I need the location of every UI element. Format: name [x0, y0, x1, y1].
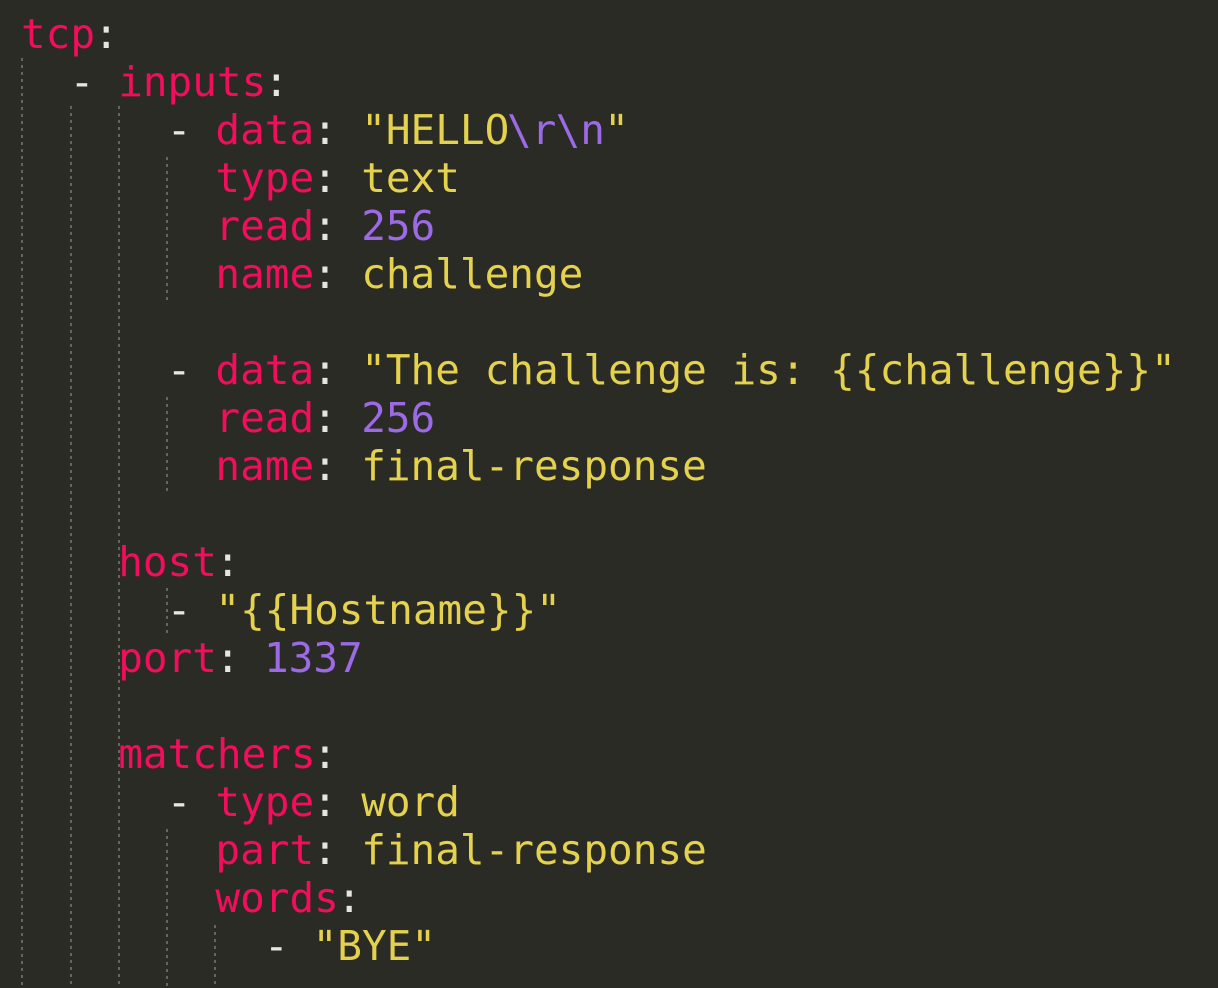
yaml-list-dash-token: - — [166, 346, 192, 394]
yaml-key-token: host — [118, 538, 217, 586]
yaml-string-token: "{{Hostname}}" — [215, 586, 561, 634]
yaml-key-token: read — [215, 394, 315, 442]
yaml-colon-token: : — [336, 874, 362, 922]
yaml-colon-token: : — [312, 826, 338, 874]
yaml-colon-token: : — [312, 106, 338, 154]
yaml-value-token: challenge — [361, 250, 584, 298]
yaml-colon-token: : — [312, 778, 338, 826]
yaml-key-token: data — [215, 346, 315, 394]
code-content: tcp: - inputs: - data: "HELLO \r \n " type: text re… — [0, 0, 1218, 988]
yaml-key-token: name — [215, 442, 315, 490]
yaml-string-token: "The challenge is: {{challenge}}" — [361, 346, 1176, 394]
yaml-key-token: name — [215, 250, 315, 298]
code-line-blank[interactable] — [21, 490, 46, 538]
yaml-key-token: matchers — [118, 730, 316, 778]
yaml-key-token: tcp — [21, 10, 96, 58]
yaml-key-token: part — [215, 826, 315, 874]
yaml-number-token: 256 — [361, 202, 436, 250]
yaml-colon-token: : — [312, 202, 338, 250]
yaml-key-token: port — [118, 634, 217, 682]
yaml-list-dash-token: - — [166, 106, 192, 154]
yaml-escape-token: \r — [507, 106, 557, 154]
yaml-colon-token: : — [312, 250, 338, 298]
yaml-list-dash-token: - — [264, 922, 289, 970]
yaml-colon-token: : — [312, 154, 338, 202]
yaml-key-token: words — [215, 874, 339, 922]
code-editor-surface: tcp: - inputs: - data: "HELLO \r \n " type: text re… — [0, 0, 1218, 988]
yaml-key-token: data — [215, 106, 315, 154]
yaml-list-dash-token: - — [166, 778, 192, 826]
yaml-key-token: type — [215, 154, 315, 202]
code-line-blank[interactable] — [21, 682, 46, 730]
yaml-colon-token: : — [312, 730, 338, 778]
yaml-list-dash-token: - — [69, 58, 95, 106]
yaml-number-token: 1337 — [264, 634, 363, 682]
yaml-key-token: inputs — [118, 58, 267, 106]
yaml-colon-token: : — [264, 58, 289, 106]
yaml-number-token: 256 — [361, 394, 436, 442]
yaml-value-token: final-response — [361, 442, 707, 490]
yaml-colon-token: : — [215, 538, 241, 586]
yaml-string-token: "BYE" — [312, 922, 437, 970]
yaml-key-token: type — [215, 778, 315, 826]
yaml-escape-token: \n — [555, 106, 605, 154]
yaml-string-token: " — [604, 106, 629, 154]
yaml-colon-token: : — [312, 442, 338, 490]
yaml-key-token: read — [215, 202, 315, 250]
yaml-list-dash-token: - — [166, 586, 192, 634]
code-line-blank[interactable] — [21, 298, 46, 346]
yaml-string-token: "HELLO — [361, 106, 510, 154]
yaml-colon-token: : — [312, 394, 338, 442]
yaml-colon-token: : — [93, 10, 119, 58]
yaml-value-token: text — [361, 154, 460, 202]
yaml-value-token: word — [361, 778, 460, 826]
yaml-colon-token: : — [312, 346, 338, 394]
yaml-value-token: final-response — [361, 826, 707, 874]
yaml-colon-token: : — [215, 634, 241, 682]
